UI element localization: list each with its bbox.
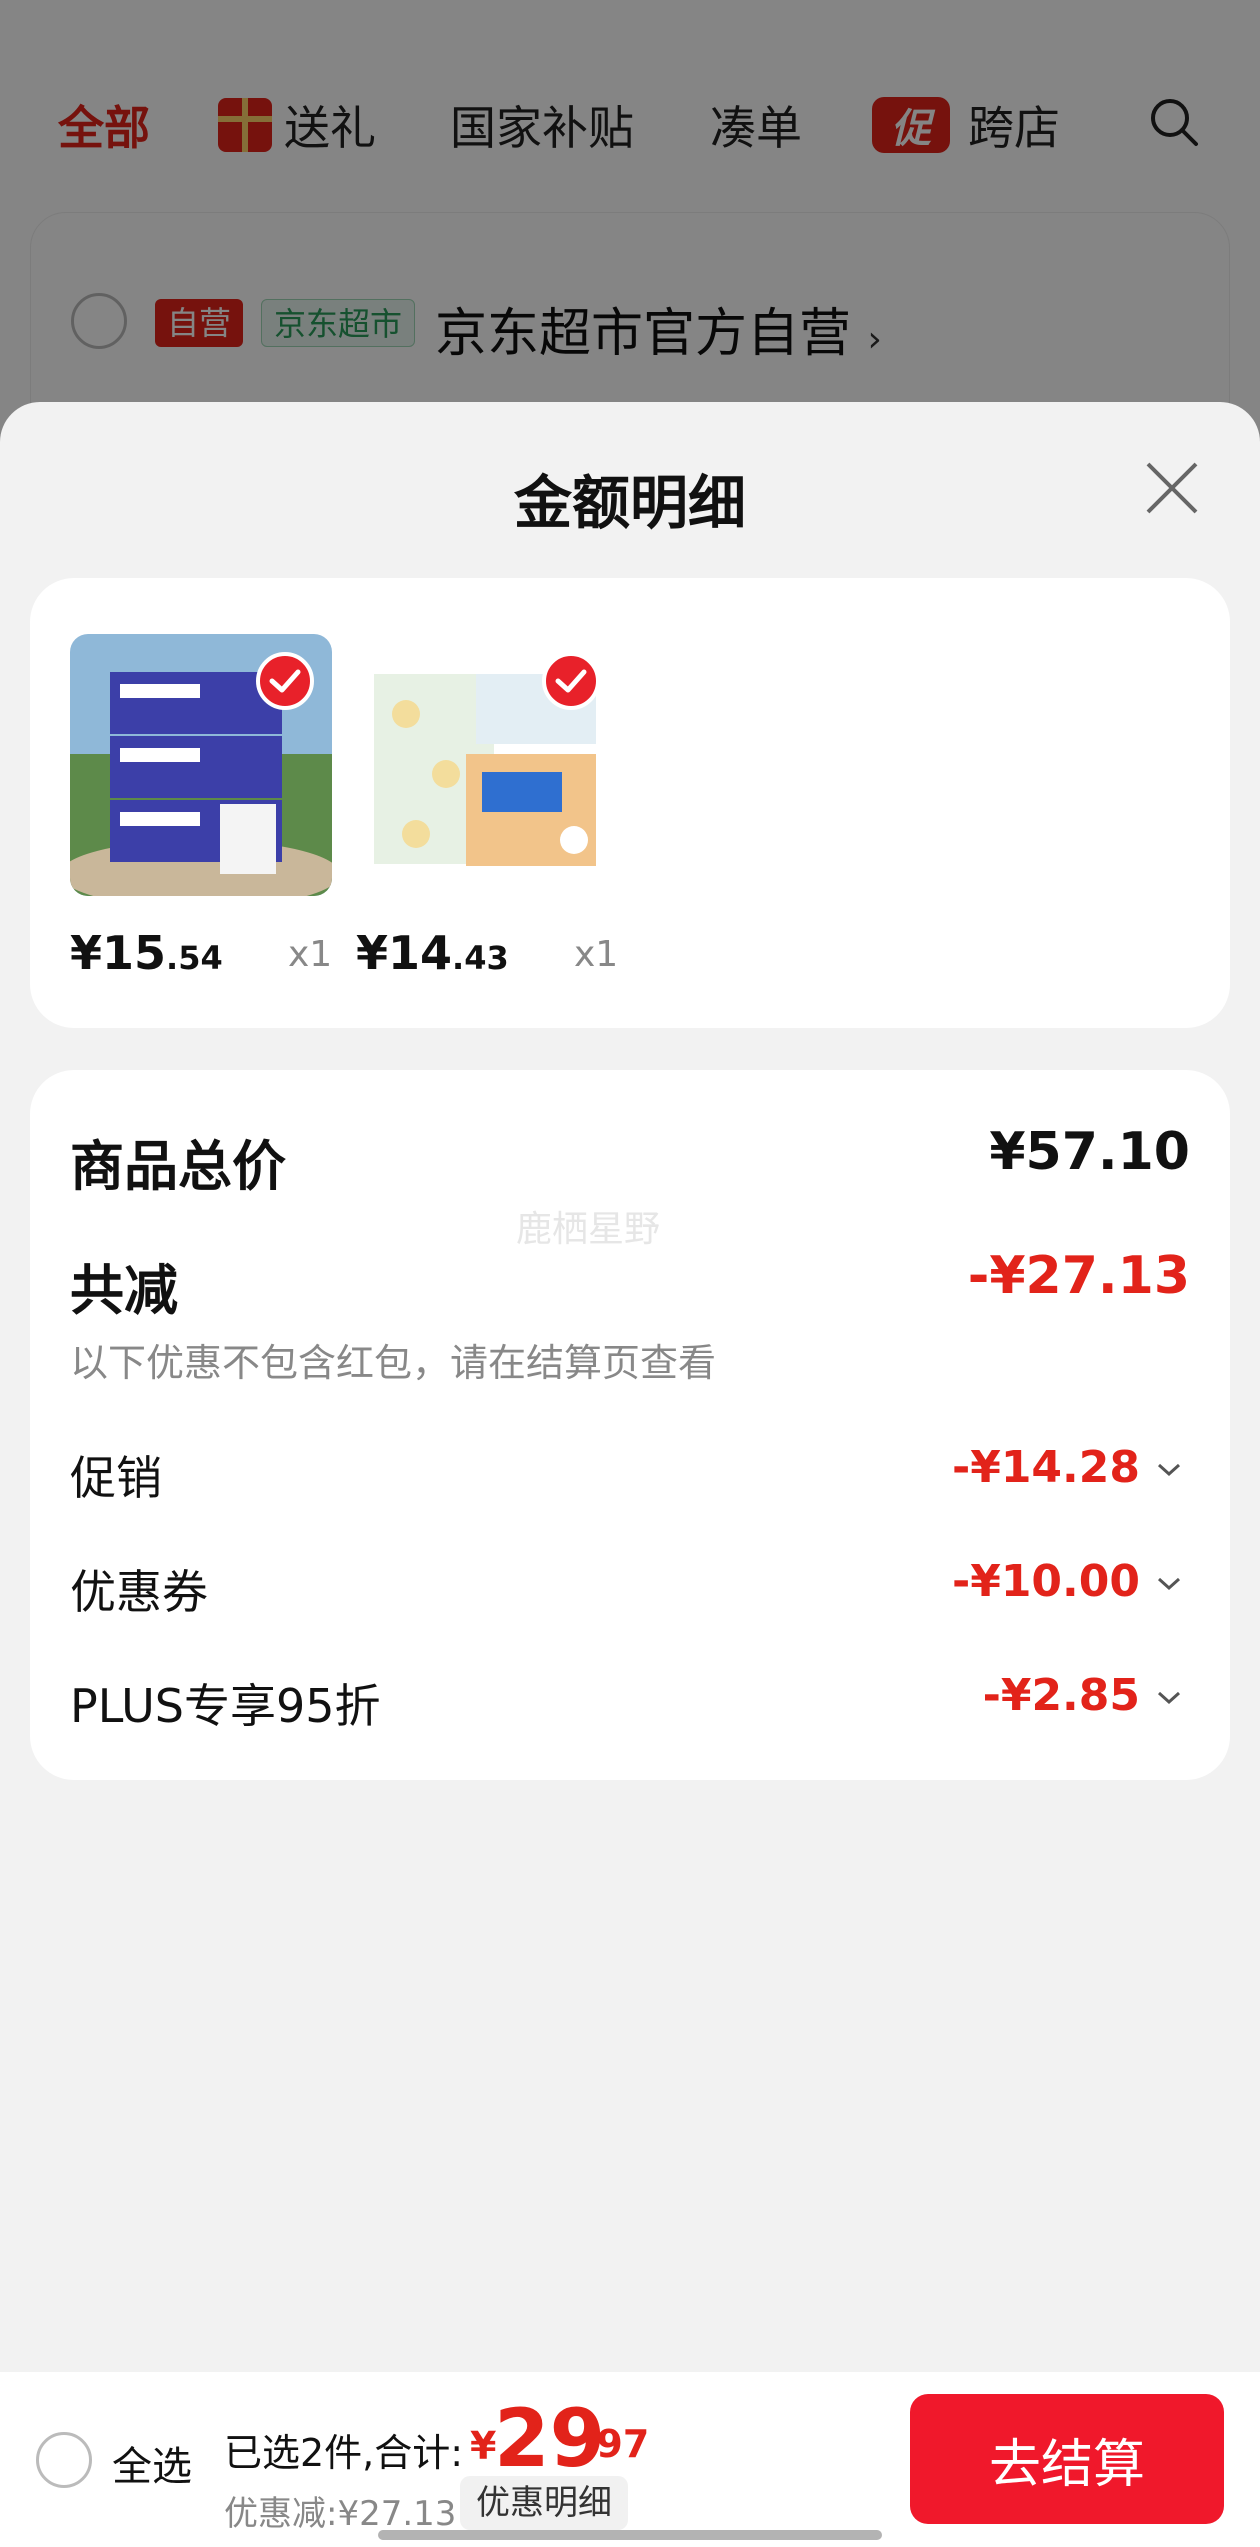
checked-icon[interactable] xyxy=(256,652,314,710)
saved-amount-text: 优惠减:¥27.13 xyxy=(224,2494,457,2534)
chevron-down-icon xyxy=(1157,1577,1181,1591)
chevron-down-icon xyxy=(1157,1463,1181,1477)
checkout-button[interactable]: 去结算 xyxy=(910,2394,1224,2524)
select-all-radio[interactable] xyxy=(36,2432,92,2488)
item-quantity: x1 xyxy=(574,934,619,975)
sheet-title: 金额明细 xyxy=(513,469,746,537)
discount-note: 以下优惠不包含红包，请在结算页查看 xyxy=(70,1341,717,1385)
coupon-label: 优惠券 xyxy=(70,1565,208,1619)
discount-detail-button[interactable]: 优惠明细 xyxy=(460,2476,628,2530)
goods-total-row: 商品总价 ¥57.10 xyxy=(70,1122,1190,1198)
chevron-down-icon xyxy=(1157,1691,1181,1705)
home-indicator[interactable] xyxy=(378,2530,882,2540)
item-quantity: x1 xyxy=(288,934,333,975)
goods-total-label: 商品总价 xyxy=(70,1135,286,1198)
checked-icon[interactable] xyxy=(542,652,600,710)
close-icon[interactable] xyxy=(1140,456,1204,520)
goods-item[interactable]: ¥14.43 x1 xyxy=(356,634,619,980)
settlement-bar: 全选 已选2件,合计: ¥ 29 .97 优惠减:¥27.13 优惠明细 去结算 xyxy=(0,2372,1260,2547)
item-price: ¥14.43 xyxy=(356,926,509,980)
product-thumbnail xyxy=(70,634,332,896)
amount-detail-sheet: 金额明细 ¥15.54 x1 ¥14.43 x1 商品总价 ¥57.10 共减 … xyxy=(0,402,1260,2372)
total-reduction-value: -¥27.13 xyxy=(967,1246,1190,1306)
product-thumbnail xyxy=(356,634,618,896)
item-price: ¥15.54 xyxy=(70,926,223,980)
promotion-value: -¥14.28 xyxy=(951,1442,1140,1493)
goods-item[interactable]: ¥15.54 x1 xyxy=(70,634,333,980)
promotion-label: 促销 xyxy=(70,1451,162,1505)
sum-currency: ¥ xyxy=(470,2424,497,2468)
plus-discount-value: -¥2.85 xyxy=(982,1670,1140,1721)
watermark-text: 鹿栖星野 xyxy=(516,1209,661,1250)
amount-breakdown-card: 商品总价 ¥57.10 共减 -¥27.13 以下优惠不包含红包，请在结算页查看… xyxy=(30,1070,1230,1780)
total-reduction-label: 共减 xyxy=(70,1259,178,1322)
coupon-value: -¥10.00 xyxy=(951,1556,1140,1607)
coupon-row[interactable]: 优惠券 -¥10.00 xyxy=(70,1556,1190,1619)
plus-discount-label: PLUS专享95折 xyxy=(70,1679,381,1733)
selected-count-text: 已选2件,合计: xyxy=(224,2431,464,2475)
total-reduction-row: 共减 -¥27.13 xyxy=(70,1246,1190,1322)
selected-goods-card: ¥15.54 x1 ¥14.43 x1 xyxy=(30,578,1230,1028)
plus-discount-row[interactable]: PLUS专享95折 -¥2.85 xyxy=(70,1670,1190,1733)
sum-decimal: .97 xyxy=(582,2422,650,2466)
select-all-label[interactable]: 全选 xyxy=(112,2434,192,2492)
goods-total-value: ¥57.10 xyxy=(989,1122,1190,1182)
promotion-row[interactable]: 促销 -¥14.28 xyxy=(70,1442,1190,1505)
